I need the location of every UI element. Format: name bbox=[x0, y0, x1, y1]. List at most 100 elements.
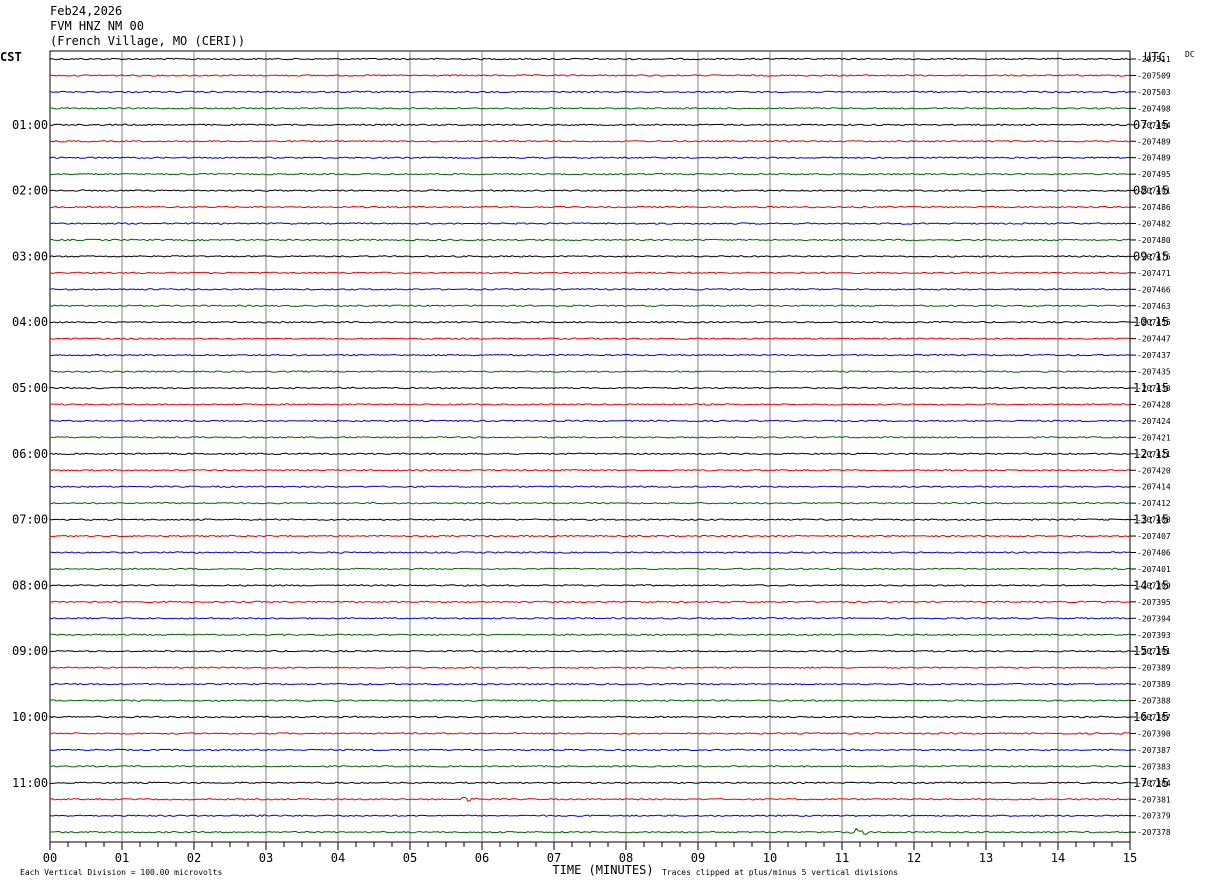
trace-line bbox=[49, 796, 1131, 802]
right-hour-label: 10:15 bbox=[1133, 315, 1169, 329]
trace-line bbox=[49, 616, 1131, 620]
dc-offset-label: -207435 bbox=[1137, 368, 1171, 377]
x-tick-label: 13 bbox=[979, 851, 993, 865]
dc-offset-label: -207471 bbox=[1137, 269, 1171, 278]
trace-line bbox=[49, 172, 1131, 176]
trace-line bbox=[49, 370, 1131, 373]
right-hour-label: 11:15 bbox=[1133, 381, 1169, 395]
trace-line bbox=[49, 649, 1130, 653]
x-tick-label: 11 bbox=[835, 851, 849, 865]
dc-offset-label: -207424 bbox=[1137, 417, 1171, 426]
dc-offset-label: -207463 bbox=[1137, 302, 1171, 311]
trace-line bbox=[49, 748, 1131, 752]
left-hour-label: 07:00 bbox=[12, 513, 48, 527]
dc-offset-label: -207482 bbox=[1137, 220, 1171, 229]
trace-line bbox=[49, 814, 1130, 818]
x-tick-label: 09 bbox=[691, 851, 705, 865]
dc-offset-label: -207489 bbox=[1137, 154, 1171, 163]
right-hour-label: 12:15 bbox=[1133, 447, 1169, 461]
right-hour-label: 09:15 bbox=[1133, 249, 1169, 263]
trace-line bbox=[49, 518, 1131, 521]
seismogram-chart: -207511-207509-207503-207498-20749401:00… bbox=[0, 50, 1195, 877]
left-timezone-label: CST bbox=[0, 50, 22, 64]
x-tick-label: 12 bbox=[907, 851, 921, 865]
left-hour-label: 04:00 bbox=[12, 315, 48, 329]
trace-line bbox=[49, 140, 1131, 143]
trace-line bbox=[49, 732, 1131, 735]
dc-offset-label: -207378 bbox=[1137, 828, 1171, 837]
x-axis-title: TIME (MINUTES) bbox=[552, 863, 653, 877]
trace-line bbox=[49, 715, 1131, 719]
left-hour-label: 02:00 bbox=[12, 184, 48, 198]
trace-line bbox=[49, 699, 1130, 702]
right-hour-label: 14:15 bbox=[1133, 578, 1169, 592]
dc-offset-label: -207389 bbox=[1137, 680, 1171, 689]
right-hour-label: 17:15 bbox=[1133, 776, 1169, 790]
trace-line bbox=[49, 74, 1131, 77]
left-hour-label: 10:00 bbox=[12, 710, 48, 724]
right-timezone-label: UTC bbox=[1144, 50, 1166, 64]
scale-note: Each Vertical Division = 100.00 microvol… bbox=[20, 868, 222, 877]
trace-line bbox=[49, 90, 1131, 94]
x-tick-label: 02 bbox=[187, 851, 201, 865]
right-hour-label: 08:15 bbox=[1133, 184, 1169, 198]
dc-offset-label: -207503 bbox=[1137, 88, 1171, 97]
trace-line bbox=[49, 584, 1131, 587]
right-hour-label: 16:15 bbox=[1133, 710, 1169, 724]
trace-line bbox=[49, 682, 1131, 686]
dc-offset-label: -207447 bbox=[1137, 335, 1171, 344]
trace-line bbox=[49, 123, 1131, 127]
dc-offset-label: -207480 bbox=[1137, 236, 1171, 245]
dc-header-label: DC bbox=[1185, 50, 1195, 59]
dc-offset-label: -207420 bbox=[1137, 466, 1171, 475]
trace-line bbox=[49, 827, 1131, 835]
trace-line bbox=[49, 468, 1131, 472]
right-hour-label: 15:15 bbox=[1133, 644, 1169, 658]
trace-line bbox=[49, 436, 1131, 439]
dc-offset-label: -207486 bbox=[1137, 203, 1171, 212]
left-hour-label: 05:00 bbox=[12, 381, 48, 395]
dc-offset-label: -207383 bbox=[1137, 762, 1171, 771]
trace-line bbox=[49, 567, 1131, 571]
x-tick-label: 00 bbox=[43, 851, 57, 865]
x-tick-label: 05 bbox=[403, 851, 417, 865]
trace-line bbox=[49, 189, 1131, 192]
dc-offset-label: -207406 bbox=[1137, 549, 1171, 558]
trace-line bbox=[49, 551, 1131, 554]
dc-offset-label: -207437 bbox=[1137, 351, 1171, 360]
trace-line bbox=[49, 633, 1131, 636]
trace-line bbox=[49, 485, 1131, 489]
dc-offset-label: -207414 bbox=[1137, 483, 1171, 492]
trace-line bbox=[49, 238, 1131, 242]
trace-line bbox=[49, 255, 1131, 258]
dc-offset-label: -207390 bbox=[1137, 729, 1171, 738]
left-hour-label: 03:00 bbox=[12, 249, 48, 263]
x-tick-label: 15 bbox=[1123, 851, 1137, 865]
trace-line bbox=[49, 320, 1131, 324]
dc-offset-label: -207394 bbox=[1137, 614, 1171, 623]
trace-line bbox=[49, 419, 1131, 423]
x-tick-label: 06 bbox=[475, 851, 489, 865]
trace-line bbox=[49, 781, 1130, 785]
plot-frame bbox=[49, 50, 1131, 843]
dc-offset-label: -207401 bbox=[1137, 565, 1171, 574]
left-hour-label: 06:00 bbox=[12, 447, 48, 461]
trace-line bbox=[49, 666, 1131, 669]
dc-offset-label: -207381 bbox=[1137, 795, 1171, 804]
dc-offset-label: -207395 bbox=[1137, 598, 1171, 607]
x-tick-label: 04 bbox=[331, 851, 345, 865]
dc-offset-label: -207387 bbox=[1137, 746, 1171, 755]
x-tick-label: 01 bbox=[115, 851, 129, 865]
trace-line bbox=[49, 353, 1131, 357]
dc-offset-label: -207379 bbox=[1137, 812, 1171, 821]
right-hour-label: 13:15 bbox=[1133, 513, 1169, 527]
x-tick-label: 14 bbox=[1051, 851, 1065, 865]
trace-line bbox=[49, 403, 1131, 406]
trace-line bbox=[49, 222, 1131, 225]
dc-offset-label: -207407 bbox=[1137, 532, 1171, 541]
dc-offset-label: -207489 bbox=[1137, 137, 1171, 146]
trace-line bbox=[49, 337, 1131, 340]
trace-line bbox=[49, 205, 1130, 209]
x-tick-label: 10 bbox=[763, 851, 777, 865]
dc-offset-label: -207388 bbox=[1137, 697, 1171, 706]
